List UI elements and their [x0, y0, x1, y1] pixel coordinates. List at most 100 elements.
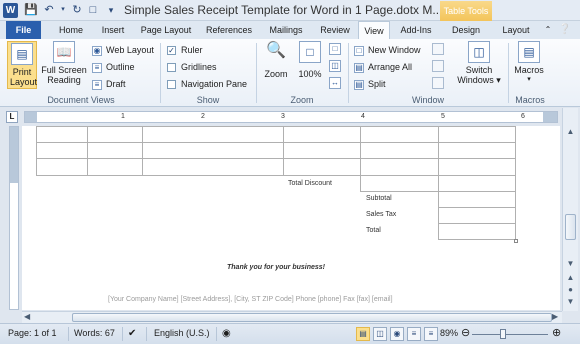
- zoom-level[interactable]: 89%: [440, 328, 458, 338]
- tab-add-ins[interactable]: Add-Ins: [394, 21, 438, 39]
- table-cell[interactable]: [438, 175, 516, 192]
- reset-window-position-icon[interactable]: [432, 77, 444, 89]
- help-icon[interactable]: ❔: [558, 21, 572, 39]
- vertical-ruler[interactable]: [9, 126, 19, 310]
- total-discount-label: Total Discount: [288, 180, 332, 187]
- table-cell[interactable]: [283, 126, 361, 143]
- tab-view[interactable]: View: [358, 21, 390, 39]
- web-layout-view-icon[interactable]: ◉: [390, 327, 404, 341]
- undo-dropdown-icon[interactable]: ▾: [56, 3, 70, 17]
- horizontal-scroll-thumb[interactable]: [72, 313, 552, 322]
- synchronous-scrolling-icon[interactable]: [432, 60, 444, 72]
- view-side-by-side-icon[interactable]: [432, 43, 444, 55]
- scroll-right-icon[interactable]: ▶: [552, 312, 558, 321]
- table-cell[interactable]: [142, 126, 284, 143]
- ruler-row: L 1 2 3 4 5 6 ▤: [0, 108, 580, 125]
- draft-view-icon[interactable]: ≡: [424, 327, 438, 341]
- navigation-pane-checkbox[interactable]: Navigation Pane: [167, 77, 247, 91]
- two-pages-icon[interactable]: ◫: [329, 60, 341, 72]
- table-cell[interactable]: [36, 158, 88, 176]
- split-button[interactable]: ▤ Split: [354, 77, 386, 91]
- table-cell[interactable]: [283, 142, 361, 159]
- ruler-checkbox[interactable]: ✓ Ruler: [167, 43, 203, 57]
- arrange-all-button[interactable]: ▤ Arrange All: [354, 60, 412, 74]
- tab-layout[interactable]: Layout: [494, 21, 538, 39]
- web-layout-button[interactable]: ◉ Web Layout: [92, 43, 154, 57]
- table-cell[interactable]: [36, 126, 88, 143]
- table-cell[interactable]: [36, 142, 88, 159]
- new-window-button[interactable]: □ New Window: [354, 43, 421, 57]
- scroll-left-icon[interactable]: ◀: [24, 312, 30, 321]
- print-layout-button[interactable]: ▤ Print Layout: [7, 41, 37, 89]
- customize-toolbar-icon[interactable]: ▾: [104, 3, 118, 17]
- horizontal-scrollbar[interactable]: ◀ ▶: [22, 311, 562, 323]
- table-cell[interactable]: [438, 158, 516, 176]
- minimize-ribbon-icon[interactable]: ⌃: [542, 21, 554, 39]
- group-separator: [160, 43, 161, 103]
- tab-home[interactable]: Home: [52, 21, 90, 39]
- page-width-icon[interactable]: ↔: [329, 77, 341, 89]
- gridlines-checkbox[interactable]: Gridlines: [167, 60, 217, 74]
- document-page[interactable]: Total Discount Subtotal Sales Tax Total …: [22, 126, 560, 310]
- scroll-down-icon[interactable]: ▼: [564, 258, 577, 270]
- switch-windows-button[interactable]: ◫ Switch Windows ▾: [454, 41, 504, 85]
- language-indicator[interactable]: English (U.S.): [154, 328, 210, 338]
- tab-review[interactable]: Review: [314, 21, 356, 39]
- table-cell[interactable]: [438, 126, 516, 143]
- sales-tax-value-cell[interactable]: [438, 207, 516, 224]
- tab-selector[interactable]: L: [6, 111, 18, 123]
- draft-button[interactable]: ≡ Draft: [92, 77, 126, 91]
- zoom-button[interactable]: 🔍 Zoom: [262, 41, 290, 79]
- outline-view-icon[interactable]: ≡: [407, 327, 421, 341]
- table-cell[interactable]: [142, 142, 284, 159]
- table-cell[interactable]: [360, 126, 439, 143]
- table-cell[interactable]: [142, 158, 284, 176]
- save-icon[interactable]: 💾: [24, 3, 38, 17]
- full-screen-reading-view-icon[interactable]: ◫: [373, 327, 387, 341]
- tab-references[interactable]: References: [200, 21, 258, 39]
- tab-insert[interactable]: Insert: [94, 21, 132, 39]
- macros-button[interactable]: ▤ Macros ▾: [512, 41, 546, 85]
- page-count[interactable]: Page: 1 of 1: [8, 328, 57, 338]
- full-screen-reading-button[interactable]: 📖 Full Screen Reading: [41, 41, 87, 85]
- zoom-in-icon[interactable]: ⊕: [552, 326, 561, 339]
- tab-page-layout[interactable]: Page Layout: [136, 21, 196, 39]
- zoom-slider-thumb[interactable]: [500, 329, 506, 339]
- one-page-icon[interactable]: □: [329, 43, 341, 55]
- undo-icon[interactable]: ↶: [42, 3, 56, 17]
- table-cell[interactable]: [360, 158, 439, 176]
- subtotal-value-cell[interactable]: [438, 191, 516, 208]
- horizontal-ruler[interactable]: 1 2 3 4 5 6: [24, 111, 558, 123]
- table-cell[interactable]: [360, 142, 439, 159]
- word-app-icon[interactable]: W: [3, 3, 18, 18]
- table-cell[interactable]: [87, 158, 143, 176]
- ruler-label: Ruler: [181, 45, 203, 55]
- zoom-out-icon[interactable]: ⊖: [461, 326, 470, 339]
- scroll-up-icon[interactable]: ▲: [564, 126, 577, 138]
- tab-mailings[interactable]: Mailings: [262, 21, 310, 39]
- word-count[interactable]: Words: 67: [74, 328, 115, 338]
- macro-recording-icon[interactable]: ◉: [222, 328, 231, 339]
- print-layout-view-icon[interactable]: ▤: [356, 327, 370, 341]
- table-cell[interactable]: [283, 158, 361, 176]
- total-value-cell[interactable]: [438, 223, 516, 240]
- vertical-scroll-thumb[interactable]: [565, 214, 576, 240]
- zoom-100-button[interactable]: □ 100%: [296, 41, 324, 79]
- table-cell[interactable]: [360, 175, 439, 192]
- outline-button[interactable]: ≡ Outline: [92, 60, 135, 74]
- proofing-icon[interactable]: ✔: [128, 328, 136, 339]
- outline-label: Outline: [106, 62, 135, 72]
- table-cell[interactable]: [87, 126, 143, 143]
- next-page-icon[interactable]: ▼: [564, 296, 577, 308]
- table-cell[interactable]: [87, 142, 143, 159]
- previous-page-icon[interactable]: ▲: [564, 272, 577, 284]
- table-resize-handle[interactable]: [514, 239, 518, 243]
- zoom-slider-track[interactable]: [472, 334, 548, 335]
- table-cell[interactable]: [438, 142, 516, 159]
- browse-object-icon[interactable]: ●: [564, 284, 577, 296]
- new-document-icon[interactable]: □: [86, 3, 100, 17]
- tab-file[interactable]: File: [6, 21, 41, 39]
- tab-design[interactable]: Design: [446, 21, 486, 39]
- vertical-scrollbar[interactable]: ▲ ▼ ▲ ● ▼: [562, 108, 578, 311]
- redo-icon[interactable]: ↻: [70, 3, 84, 17]
